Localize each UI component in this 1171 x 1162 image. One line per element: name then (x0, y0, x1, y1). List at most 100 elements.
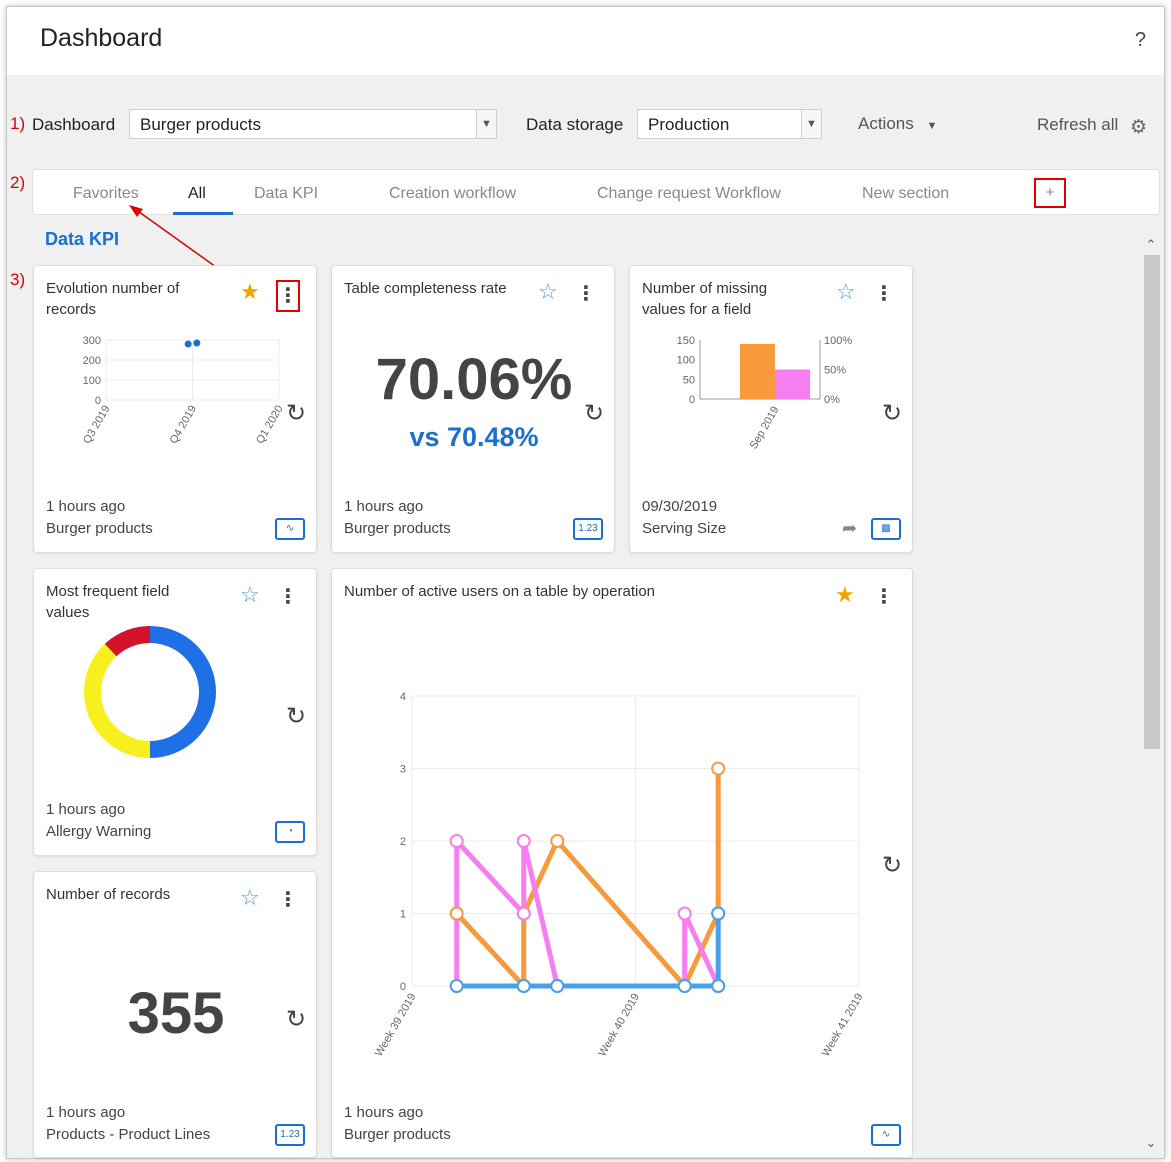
bar (740, 343, 775, 399)
y2-tick-label: 50% (824, 365, 846, 377)
star-outline-icon[interactable]: ☆ (240, 584, 260, 606)
y-tick-label: 0 (400, 981, 406, 993)
refresh-icon[interactable]: ↻ (584, 399, 604, 428)
help-icon[interactable]: ? (1135, 29, 1146, 52)
donut-slice (84, 643, 150, 758)
card-footer-source: Burger products (46, 520, 153, 537)
x-tick-label: Sep 2019 (748, 405, 782, 452)
line-chart-icon: ∿ (275, 518, 305, 540)
refresh-icon[interactable]: ↻ (286, 702, 306, 731)
annotation-2: 2) (10, 173, 26, 192)
refresh-icon[interactable]: ↻ (882, 399, 902, 428)
more-options-icon[interactable]: ⋮ (872, 583, 896, 615)
x-tick-label: Q4 2019 (168, 404, 199, 447)
more-options-icon[interactable]: ⋮ (574, 280, 598, 312)
dashboard-controls: 1) Dashboard Burger products ▼ Data stor… (7, 75, 1164, 165)
share-icon[interactable]: ➦ (842, 518, 857, 539)
top-bar: Dashboard ? (7, 7, 1164, 75)
kpi-value: 355 (127, 981, 225, 1046)
card-title: Number of records (46, 886, 171, 903)
frequent-values-donut (84, 626, 216, 758)
data-point (711, 979, 726, 993)
card-footer-time: 1 hours ago (46, 498, 126, 515)
more-options-icon[interactable]: ⋮ (872, 280, 896, 312)
scroll-down-icon[interactable]: ⌄ (1140, 1135, 1162, 1151)
more-options-icon[interactable]: ⋮ (276, 886, 300, 918)
data-point (711, 906, 726, 921)
tab-data-kpi[interactable]: Data KPI (254, 185, 318, 203)
y-tick-label: 100 (677, 355, 695, 367)
tab-creation-workflow[interactable]: Creation workflow (389, 185, 516, 203)
x-tick-label: Q1 2020 (254, 404, 284, 447)
donut-slice (150, 626, 216, 758)
card-footer-source: Products - Product Lines (46, 1126, 211, 1143)
card-footer-source: Allergy Warning (46, 823, 152, 840)
refresh-icon[interactable]: ↻ (286, 399, 306, 428)
widget-card-table-completeness[interactable]: Table completeness rate ☆ ⋮ 70.06% vs 70… (331, 265, 615, 553)
scroll-up-icon[interactable]: ⌃ (1140, 237, 1162, 253)
card-footer-time: 1 hours ago (344, 498, 424, 515)
data-point (550, 834, 565, 848)
vertical-scrollbar[interactable]: ⌃ ⌄ (1140, 235, 1162, 1158)
card-footer-field: Serving Size (642, 520, 727, 537)
y-tick-label: 2 (400, 836, 406, 848)
x-tick-label: Week 39 2019 (373, 992, 419, 1059)
card-footer-source: Burger products (344, 520, 451, 537)
refresh-all-button[interactable]: Refresh all (1037, 115, 1118, 135)
x-tick-label: Week 40 2019 (596, 992, 642, 1059)
star-outline-icon[interactable]: ☆ (538, 281, 558, 303)
y-tick-label: 1 (400, 909, 406, 921)
data-point (449, 834, 464, 848)
star-outline-icon[interactable]: ☆ (240, 887, 260, 909)
star-filled-icon[interactable]: ★ (240, 281, 260, 303)
star-filled-icon[interactable]: ★ (835, 584, 855, 606)
widget-card-frequent-values[interactable]: Most frequent field values ☆ ⋮ ↻ 1 hours… (33, 568, 317, 856)
data-point (449, 906, 464, 921)
add-section-button[interactable]: + (1034, 178, 1066, 208)
card-footer-time: 1 hours ago (46, 1104, 126, 1121)
star-outline-icon[interactable]: ☆ (836, 281, 856, 303)
scroll-thumb[interactable] (1144, 255, 1160, 749)
data-point (193, 339, 201, 347)
dashboard-select[interactable]: Burger products ▼ (129, 109, 497, 139)
caret-down-icon: ▼ (926, 120, 938, 132)
data-point (449, 979, 464, 993)
dashboard-label: Dashboard (32, 115, 116, 134)
kpi-compare-value: vs 70.48% (409, 422, 539, 452)
tab-new-section[interactable]: New section (862, 185, 949, 203)
y-tick-label: 0 (689, 394, 695, 406)
y-tick-label: 100 (83, 375, 101, 387)
widget-card-evolution-records[interactable]: Evolution number of records ★ ⋮ 300 200 10… (33, 265, 317, 553)
dashboard-select-value: Burger products (140, 115, 261, 134)
data-point (184, 340, 192, 348)
data-storage-select-value: Production (648, 115, 730, 134)
dashboard-window: Dashboard ? 1) Dashboard Burger products… (6, 6, 1165, 1159)
y-tick-label: 50 (683, 374, 695, 386)
series-line (456, 913, 721, 989)
annotation-3: 3) (10, 270, 26, 289)
widget-card-active-users[interactable]: Number of active users on a table by ope… (331, 568, 913, 1158)
section-title: Data KPI (45, 229, 120, 249)
y-tick-label: 300 (83, 335, 101, 347)
card-title: Number of active users on a table by ope… (344, 583, 656, 600)
annotation-1: 1) (10, 114, 26, 133)
evolution-chart: 300 200 100 0Q3 2019 Q4 2019 Q1 2020 (81, 335, 284, 447)
card-footer-time: 1 hours ago (344, 1104, 424, 1121)
actions-menu-button[interactable]: Actions ▼ (858, 114, 937, 134)
bar-chart-icon: ▩ (871, 518, 901, 540)
gear-icon[interactable]: ⚙ (1130, 116, 1147, 139)
data-point (677, 906, 692, 921)
data-storage-select[interactable]: Production ▼ (637, 109, 822, 139)
actions-label: Actions (858, 114, 914, 133)
widget-card-missing-values[interactable]: Number of missing values for a field ☆ ⋮… (629, 265, 913, 553)
number-icon: 1.23 (275, 1124, 305, 1146)
y2-tick-label: 100% (824, 335, 852, 347)
refresh-icon[interactable]: ↻ (286, 1005, 306, 1034)
more-options-icon[interactable]: ⋮ (276, 583, 300, 615)
data-point (516, 834, 531, 848)
refresh-icon[interactable]: ↻ (882, 851, 902, 880)
tab-change-request-workflow[interactable]: Change request Workflow (597, 185, 781, 203)
line-chart-icon: ∿ (871, 1124, 901, 1146)
more-options-icon[interactable]: ⋮ (276, 280, 300, 312)
widget-card-number-of-records[interactable]: Number of records ☆ ⋮ 355 ↻ 1 hours ago … (33, 871, 317, 1158)
